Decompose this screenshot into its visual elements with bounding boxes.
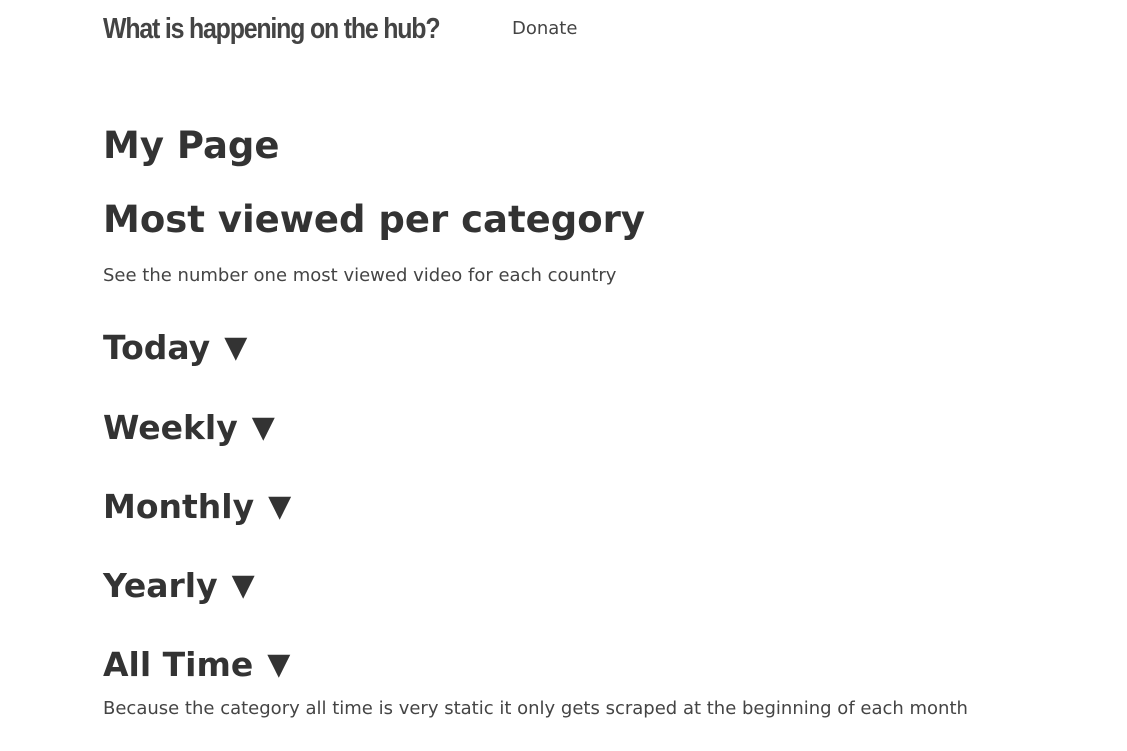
- all-time-footnote: Because the category all time is very st…: [103, 698, 968, 719]
- period-label: Yearly: [103, 566, 218, 605]
- period-toggle-weekly[interactable]: Weekly ▼: [103, 406, 1063, 450]
- period-toggle-monthly[interactable]: Monthly ▼: [103, 485, 1063, 529]
- page-title: My Page: [103, 124, 280, 167]
- period-label: Monthly: [103, 487, 255, 526]
- navbar: What is happening on the hub? Donate: [103, 10, 577, 48]
- period-toggle-yearly[interactable]: Yearly ▼: [103, 564, 1063, 608]
- donate-link[interactable]: Donate: [512, 18, 577, 39]
- period-toggle-today[interactable]: Today ▼: [103, 326, 1063, 370]
- triangle-down-icon: ▼: [268, 489, 292, 524]
- section-subtitle: See the number one most viewed video for…: [103, 265, 617, 286]
- section-title: Most viewed per category: [103, 198, 646, 241]
- period-label: All Time: [103, 645, 254, 684]
- triangle-down-icon: ▼: [231, 568, 255, 603]
- period-label: Weekly: [103, 408, 238, 447]
- period-toggle-all-time[interactable]: All Time ▼: [103, 643, 1063, 687]
- triangle-down-icon: ▼: [251, 410, 275, 445]
- triangle-down-icon: ▼: [224, 330, 248, 365]
- page: What is happening on the hub? Donate My …: [0, 0, 1127, 751]
- triangle-down-icon: ▼: [267, 647, 291, 682]
- main-content: My Page Most viewed per category See the…: [103, 122, 1063, 721]
- site-brand-link[interactable]: What is happening on the hub?: [103, 13, 481, 46]
- period-label: Today: [103, 328, 211, 367]
